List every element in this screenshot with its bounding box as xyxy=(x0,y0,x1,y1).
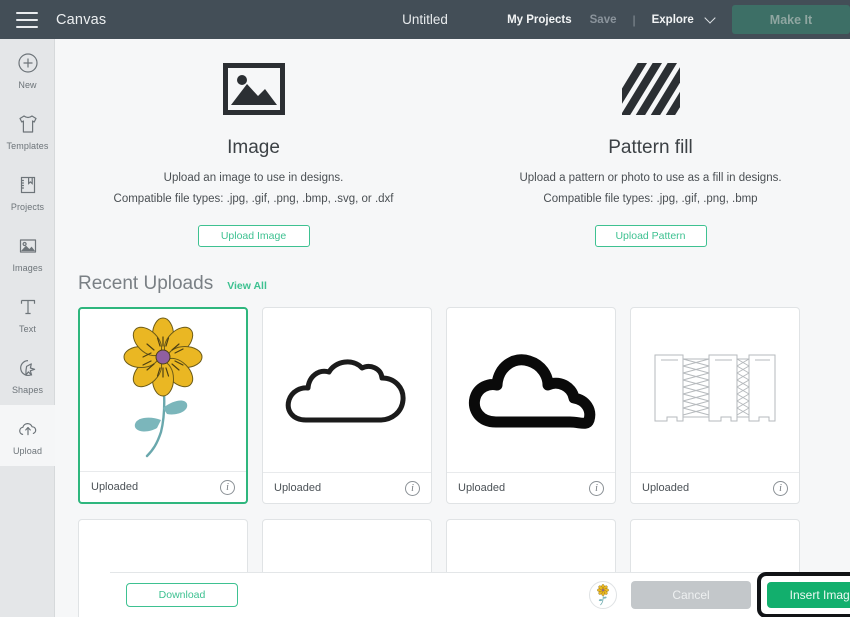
info-icon[interactable]: i xyxy=(220,479,235,495)
explore-label: Explore xyxy=(651,13,694,26)
card-label: Uploaded xyxy=(458,482,506,494)
main-panel: Image Upload an image to use in designs.… xyxy=(55,39,850,617)
upload-options: Image Upload an image to use in designs.… xyxy=(55,39,850,247)
hamburger-icon[interactable] xyxy=(16,11,38,28)
bottom-bar-actions: Cancel Insert Images xyxy=(589,572,850,617)
shapes-icon xyxy=(15,355,41,381)
view-all-link[interactable]: View All xyxy=(227,280,267,292)
top-bar: Canvas Untitled My Projects Save | Explo… xyxy=(0,0,850,39)
cloud-outline-thin-thumbnail xyxy=(263,308,431,472)
upload-card-box-template[interactable]: Uploaded i xyxy=(630,307,800,504)
page-title: Recent Uploads xyxy=(78,273,214,294)
upload-image-option: Image Upload an image to use in designs.… xyxy=(55,53,452,247)
info-icon[interactable]: i xyxy=(405,480,420,496)
upload-pattern-option: Pattern fill Upload a pattern or photo t… xyxy=(452,53,849,247)
promo-subtitle: Upload an image to use in designs. xyxy=(163,172,344,184)
promo-filetypes: Compatible file types: .jpg, .gif, .png,… xyxy=(543,193,758,205)
sidebar-item-shapes[interactable]: Shapes xyxy=(0,344,55,405)
image-icon xyxy=(15,233,41,259)
sidebar-item-templates[interactable]: Templates xyxy=(0,100,55,161)
tshirt-icon xyxy=(15,111,41,137)
text-t-icon xyxy=(15,294,41,320)
promo-subtitle: Upload a pattern or photo to use as a fi… xyxy=(519,172,782,184)
info-icon[interactable]: i xyxy=(773,480,788,496)
sidebar-item-label: Shapes xyxy=(11,384,44,395)
sidebar-item-label: Text xyxy=(19,323,36,334)
upload-image-button[interactable]: Upload Image xyxy=(197,225,310,247)
save-button[interactable]: Save xyxy=(590,14,617,26)
sidebar-item-images[interactable]: Images xyxy=(0,222,55,283)
card-footer: Uploaded i xyxy=(263,472,431,503)
sidebar-item-upload[interactable]: Upload xyxy=(0,405,55,466)
cloud-outline-bold-thumbnail xyxy=(447,308,615,472)
selected-item-thumbnail xyxy=(589,581,617,609)
upload-cloud-icon xyxy=(15,416,41,442)
sidebar-item-label: Templates xyxy=(6,140,49,151)
promo-title: Pattern fill xyxy=(608,137,693,158)
insert-images-highlight-ring: Insert Images xyxy=(757,572,850,617)
sidebar-item-label: Images xyxy=(12,262,43,273)
sidebar-item-label: Upload xyxy=(12,445,43,456)
image-placeholder-icon xyxy=(55,53,452,125)
promo-filetypes: Compatible file types: .jpg, .gif, .png,… xyxy=(113,193,394,205)
diagonal-stripes-icon xyxy=(452,53,849,125)
card-label: Uploaded xyxy=(274,482,322,494)
upload-pattern-button[interactable]: Upload Pattern xyxy=(594,225,707,247)
my-projects-link[interactable]: My Projects xyxy=(507,14,572,26)
recent-uploads-header: Recent Uploads View All xyxy=(78,273,850,295)
top-bar-actions: My Projects Save | Explore Make It xyxy=(507,0,850,39)
book-icon xyxy=(15,172,41,198)
card-label: Uploaded xyxy=(642,482,690,494)
info-icon[interactable]: i xyxy=(589,480,604,496)
card-footer: Uploaded i xyxy=(447,472,615,503)
uploads-grid: Uploaded i Uploaded i Uploaded i Uploade… xyxy=(78,307,835,617)
app-label: Canvas xyxy=(56,11,107,28)
app-root: Canvas Untitled My Projects Save | Explo… xyxy=(0,0,850,617)
chevron-down-icon xyxy=(704,12,716,24)
sidebar-item-label: New xyxy=(18,79,37,90)
top-bar-separator: | xyxy=(632,12,636,27)
left-sidebar: New Templates Projects Images Text Shape… xyxy=(0,39,55,617)
card-footer: Uploaded i xyxy=(80,471,246,502)
bottom-bar: Download Cancel Insert Imag xyxy=(110,572,850,617)
sidebar-item-projects[interactable]: Projects xyxy=(0,161,55,222)
insert-images-button[interactable]: Insert Images xyxy=(767,582,850,608)
yellow-flower-thumbnail xyxy=(80,309,246,471)
upload-card-cloud-bold[interactable]: Uploaded i xyxy=(446,307,616,504)
explore-menu[interactable]: Explore xyxy=(651,12,716,26)
upload-card-flower[interactable]: Uploaded i xyxy=(78,307,248,504)
card-label: Uploaded xyxy=(91,481,139,493)
download-button[interactable]: Download xyxy=(126,583,238,607)
card-footer: Uploaded i xyxy=(631,472,799,503)
upload-card-cloud-thin[interactable]: Uploaded i xyxy=(262,307,432,504)
sidebar-item-new[interactable]: New xyxy=(0,39,55,100)
sidebar-item-label: Projects xyxy=(10,201,45,212)
promo-title: Image xyxy=(227,137,280,158)
make-it-button[interactable]: Make It xyxy=(732,5,850,34)
accordion-box-template-thumbnail xyxy=(631,308,799,472)
plus-circle-icon xyxy=(15,50,41,76)
sidebar-item-text[interactable]: Text xyxy=(0,283,55,344)
cancel-button[interactable]: Cancel xyxy=(631,581,751,609)
